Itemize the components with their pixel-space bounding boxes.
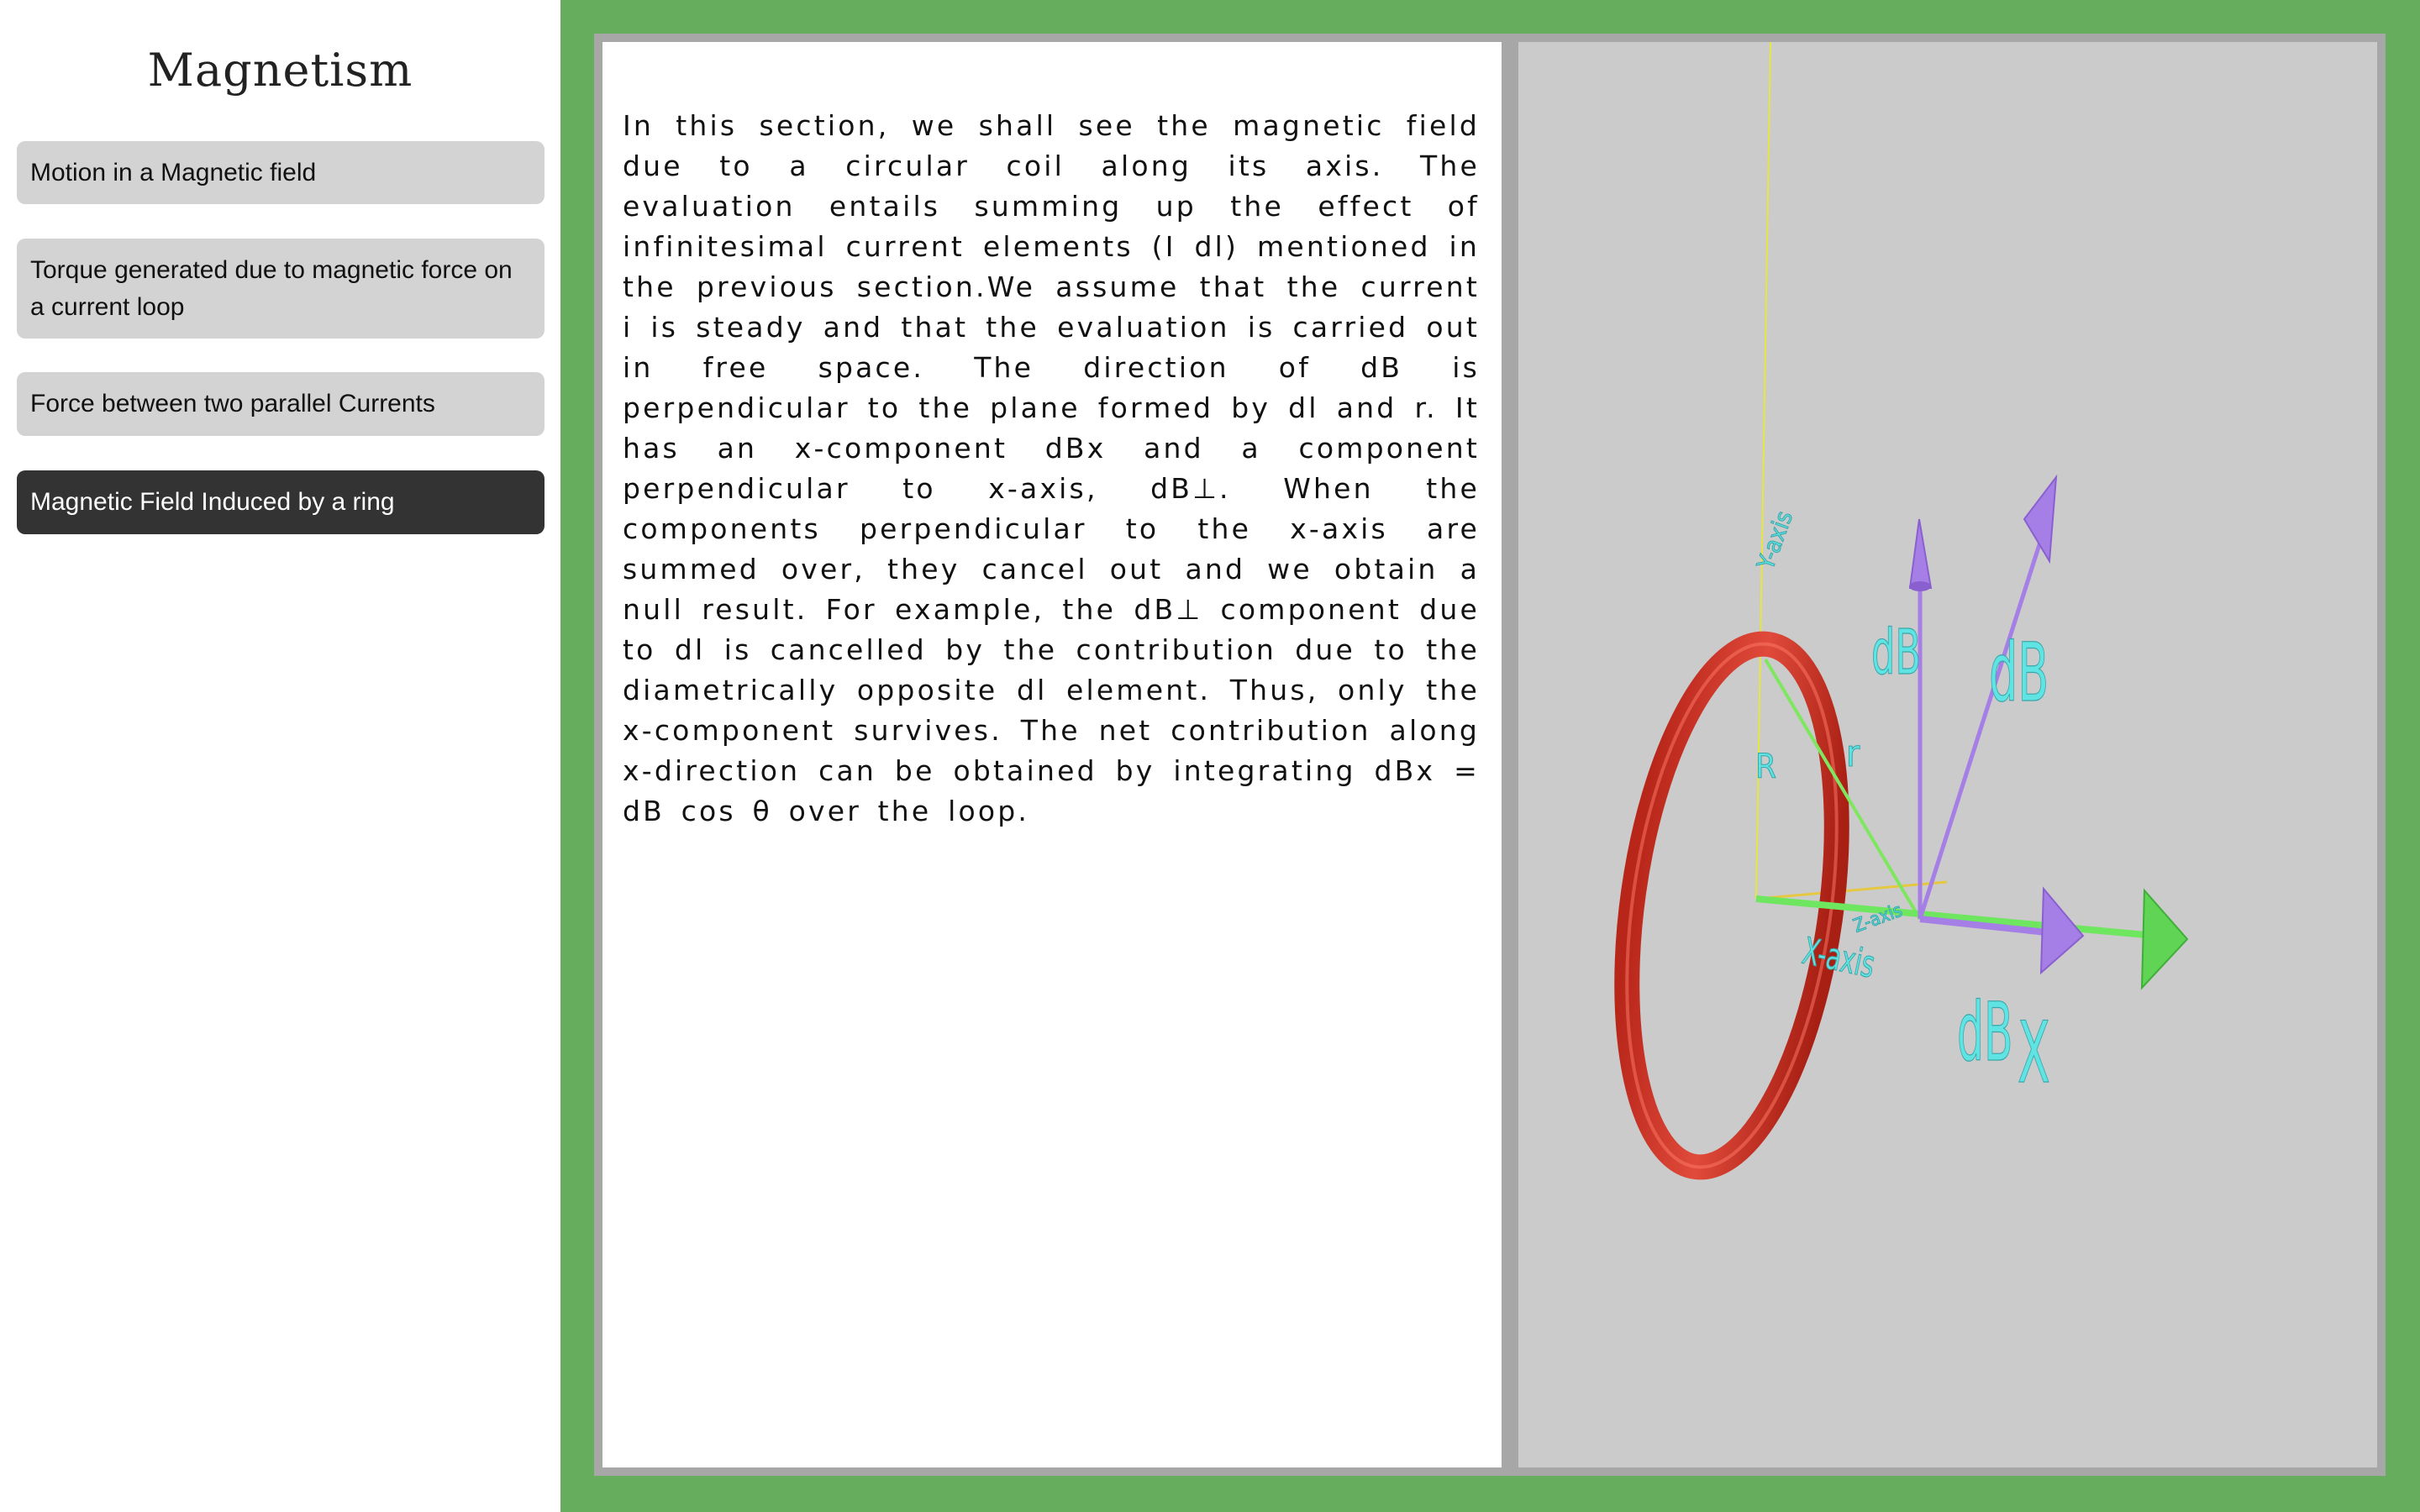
- db-vertical-label: dB: [1871, 616, 1921, 689]
- db-axis-arrowhead: [2039, 886, 2085, 975]
- explanation-panel: In this section, we shall see the magnet…: [602, 42, 1502, 1467]
- r-label: r: [1846, 732, 1860, 775]
- sidebar-title: Magnetism: [147, 44, 413, 97]
- sidebar-item-force-parallel-currents[interactable]: Force between two parallel Currents: [17, 372, 544, 436]
- db-axis-label: dB: [1957, 985, 2013, 1079]
- content-frame: In this section, we shall see the magnet…: [594, 34, 2386, 1476]
- db-vertical-arrowhead: [1908, 518, 1933, 589]
- radius-label: R: [1755, 748, 1776, 786]
- db-slanted-label: dB: [1989, 626, 2049, 720]
- sidebar-item-label: Torque generated due to magnetic force o…: [30, 255, 513, 321]
- db-vertical-arrow-base: [1909, 581, 1931, 591]
- 3d-scene[interactable]: Y-axis R r dB dB X-axis Z-axis dB X: [1518, 42, 2377, 1467]
- sidebar: Magnetism Motion in a Magnetic field Tor…: [0, 0, 560, 1512]
- sidebar-item-label: Magnetic Field Induced by a ring: [30, 488, 395, 516]
- explanation-text: In this section, we shall see the magnet…: [623, 109, 1480, 827]
- x-axis-arrowhead: [2140, 888, 2189, 990]
- app-root: Magnetism Motion in a Magnetic field Tor…: [0, 0, 2420, 1512]
- 3d-viewer[interactable]: Y-axis R r dB dB X-axis Z-axis dB X: [1518, 42, 2377, 1467]
- y-axis-label: Y-axis: [1751, 507, 1798, 575]
- sidebar-item-motion-in-magnetic-field[interactable]: Motion in a Magnetic field: [17, 141, 544, 204]
- main-area: In this section, we shall see the magnet…: [560, 0, 2420, 1512]
- sidebar-item-label: Force between two parallel Currents: [30, 390, 435, 417]
- sidebar-item-torque-current-loop[interactable]: Torque generated due to magnetic force o…: [17, 239, 544, 339]
- x-label: X: [2018, 1003, 2050, 1102]
- sidebar-item-label: Motion in a Magnetic field: [30, 158, 317, 186]
- db-slanted-vector: [1918, 538, 2044, 920]
- sidebar-item-field-induced-by-ring[interactable]: Magnetic Field Induced by a ring: [17, 470, 544, 534]
